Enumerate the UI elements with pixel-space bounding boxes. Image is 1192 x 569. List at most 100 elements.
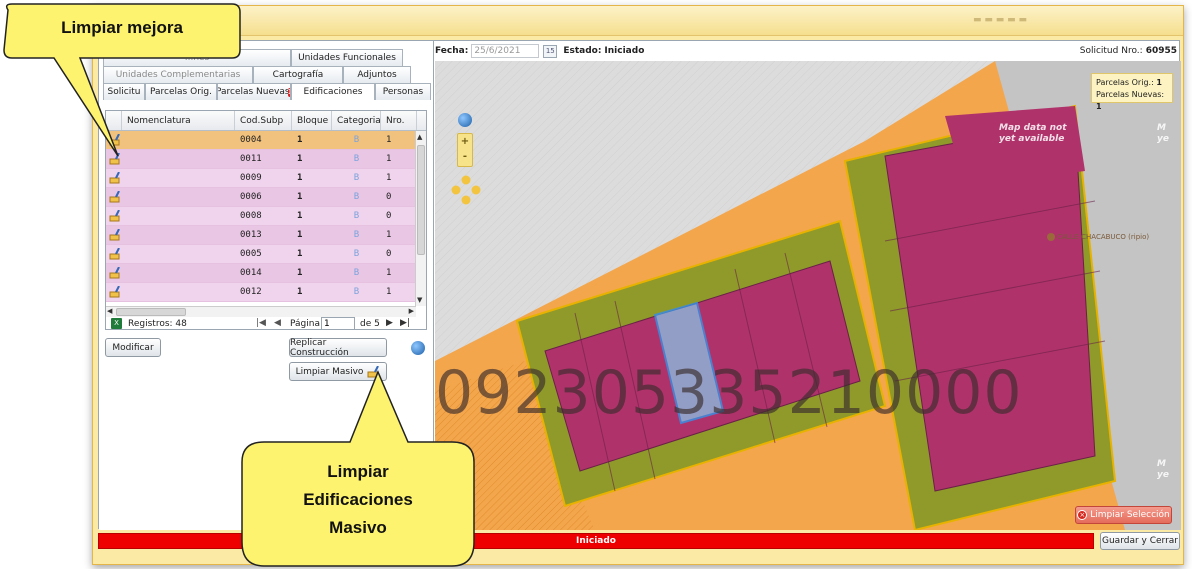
limpiar-row-icon[interactable] bbox=[106, 226, 122, 244]
cell-bloque: 1 bbox=[297, 192, 303, 202]
table-row[interactable]: 0006 1 B 0 bbox=[106, 188, 418, 207]
col-categoria[interactable]: Categoria bbox=[332, 111, 381, 130]
cell-nom bbox=[122, 188, 235, 206]
cell-bloque: 1 bbox=[297, 268, 303, 278]
cell-nom bbox=[122, 169, 235, 187]
cell-nro: 0 bbox=[386, 211, 392, 221]
cell-cat: B bbox=[353, 268, 360, 278]
cell-cat: B bbox=[353, 249, 360, 259]
parcelas-summary: Parcelas Orig.: 1 Parcelas Nuevas: 1 bbox=[1091, 73, 1173, 111]
tab-personas[interactable]: Personas bbox=[375, 83, 431, 100]
zoom-in-button[interactable]: + bbox=[458, 134, 472, 149]
table-row[interactable]: 0013 1 B 1 bbox=[106, 226, 418, 245]
cell-cat: B bbox=[353, 154, 360, 164]
limpiar-row-icon[interactable] bbox=[106, 169, 122, 187]
page-input[interactable] bbox=[321, 317, 355, 329]
guardar-cerrar-button[interactable]: Guardar y Cerrar bbox=[1100, 532, 1180, 550]
excel-export-icon[interactable]: X bbox=[111, 318, 122, 329]
request-header: Fecha: 15 Estado: Iniciado Solicitud Nro… bbox=[435, 41, 1181, 61]
cell-cod: 0008 bbox=[240, 211, 262, 221]
scroll-right-icon[interactable]: ▶ bbox=[409, 307, 414, 315]
cell-cat: B bbox=[353, 230, 360, 240]
cell-cod: 0006 bbox=[240, 192, 262, 202]
limpiar-row-icon[interactable] bbox=[106, 283, 122, 301]
calendar-icon[interactable]: 15 bbox=[543, 44, 558, 58]
horizontal-scroll-thumb[interactable] bbox=[116, 308, 186, 316]
pan-control-icon[interactable] bbox=[451, 175, 481, 205]
last-page-icon[interactable]: ▶| bbox=[400, 318, 410, 328]
first-page-icon[interactable]: |◀ bbox=[256, 318, 266, 328]
grid-pager: X Registros: 48 |◀ ◀ Página de 5 ▶ ▶| bbox=[106, 317, 426, 329]
cell-cat: B bbox=[353, 135, 360, 145]
parcel-number-text: 092305335210000 bbox=[435, 358, 1023, 428]
cell-nro: 0 bbox=[386, 192, 392, 202]
parcelas-orig-label: Parcelas Orig.: bbox=[1096, 78, 1154, 87]
limpiar-seleccion-label: Limpiar Selección bbox=[1090, 510, 1170, 520]
col-bloque[interactable]: Bloque bbox=[292, 111, 332, 130]
map-unavailable-edge: M ye bbox=[1157, 123, 1169, 145]
callout-top-text: Limpiar mejora bbox=[61, 18, 183, 37]
cell-cod: 0014 bbox=[240, 268, 262, 278]
limpiar-row-icon[interactable] bbox=[106, 264, 122, 282]
table-row[interactable]: 0014 1 B 1 bbox=[106, 264, 418, 283]
cell-nro: 1 bbox=[386, 268, 392, 278]
edge-ye-2: ye bbox=[1157, 470, 1169, 480]
cell-nro: 1 bbox=[386, 173, 392, 183]
cell-bloque: 1 bbox=[297, 249, 303, 259]
cell-bloque: 1 bbox=[297, 135, 303, 145]
globe-icon[interactable] bbox=[411, 341, 425, 355]
table-row[interactable]: 0012 1 B 1 bbox=[106, 283, 418, 302]
map-view[interactable]: 092305335210000 + - Parcelas Orig.: 1 Pa… bbox=[435, 61, 1181, 530]
cell-bloque: 1 bbox=[297, 211, 303, 221]
limpiar-row-icon[interactable] bbox=[106, 188, 122, 206]
callout-bottom-line2: Edificaciones bbox=[303, 490, 413, 509]
cell-cod: 0009 bbox=[240, 173, 262, 183]
scroll-down-icon[interactable]: ▼ bbox=[417, 296, 422, 304]
estado-label: Estado: bbox=[563, 46, 602, 56]
cell-cod: 0012 bbox=[240, 287, 262, 297]
replicar-construccion-button[interactable]: Replicar Construcción bbox=[289, 338, 387, 358]
tab-edificaciones[interactable]: Edificaciones bbox=[291, 83, 375, 100]
scroll-left-icon[interactable]: ◀ bbox=[107, 307, 112, 315]
cell-cat: B bbox=[353, 211, 360, 221]
cell-nro: 1 bbox=[386, 154, 392, 164]
tab-unidades-funcionales[interactable]: Unidades Funcionales bbox=[291, 49, 403, 66]
horizontal-scrollbar[interactable]: ◀ ▶ bbox=[106, 306, 416, 317]
modificar-button[interactable]: Modificar bbox=[105, 338, 161, 357]
registros-count: Registros: 48 bbox=[128, 319, 187, 329]
page-total: de 5 bbox=[360, 319, 380, 329]
table-row[interactable]: 0009 1 B 1 bbox=[106, 169, 418, 188]
parcelas-nuevas-label: Parcelas Nuevas: bbox=[1096, 90, 1165, 99]
col-nro[interactable]: Nro. bbox=[381, 111, 417, 130]
map-unavailable-notice: Map data not yet available bbox=[999, 123, 1067, 145]
next-page-icon[interactable]: ▶ bbox=[386, 318, 393, 328]
clear-icon: × bbox=[1077, 510, 1088, 520]
edge-m-1: M bbox=[1157, 123, 1166, 133]
prev-page-icon[interactable]: ◀ bbox=[274, 318, 281, 328]
limpiar-seleccion-button[interactable]: × Limpiar Selección bbox=[1075, 506, 1172, 524]
map-unavailable-line1: Map data not bbox=[999, 123, 1067, 133]
callout-bottom-line1: Limpiar bbox=[327, 462, 389, 481]
table-row[interactable]: 0005 1 B 0 bbox=[106, 245, 418, 264]
vertical-scroll-thumb[interactable] bbox=[417, 145, 425, 255]
vertical-scrollbar[interactable]: ▲ ▼ bbox=[415, 131, 426, 306]
tab-adjuntos[interactable]: Adjuntos bbox=[343, 66, 411, 83]
cell-nro: 1 bbox=[386, 135, 392, 145]
map-unavailable-edge-2: M ye bbox=[1157, 459, 1169, 481]
zoom-out-button[interactable]: - bbox=[458, 149, 472, 164]
tab-cartografia[interactable]: Cartografía bbox=[253, 66, 343, 83]
cell-nro: 1 bbox=[386, 230, 392, 240]
globe-icon[interactable] bbox=[458, 113, 472, 127]
limpiar-row-icon[interactable] bbox=[106, 207, 122, 225]
cell-nro: 0 bbox=[386, 249, 392, 259]
scroll-up-icon[interactable]: ▲ bbox=[417, 133, 422, 141]
fecha-label: Fecha: bbox=[435, 46, 469, 56]
limpiar-row-icon[interactable] bbox=[106, 245, 122, 263]
map-canvas[interactable]: 092305335210000 bbox=[435, 61, 1181, 530]
cell-cod: 0005 bbox=[240, 249, 262, 259]
fecha-input[interactable] bbox=[471, 44, 540, 58]
table-row[interactable]: 0008 1 B 0 bbox=[106, 207, 418, 226]
edge-ye-1: ye bbox=[1157, 134, 1169, 144]
zoom-control: + - bbox=[457, 133, 473, 167]
cell-bloque: 1 bbox=[297, 287, 303, 297]
